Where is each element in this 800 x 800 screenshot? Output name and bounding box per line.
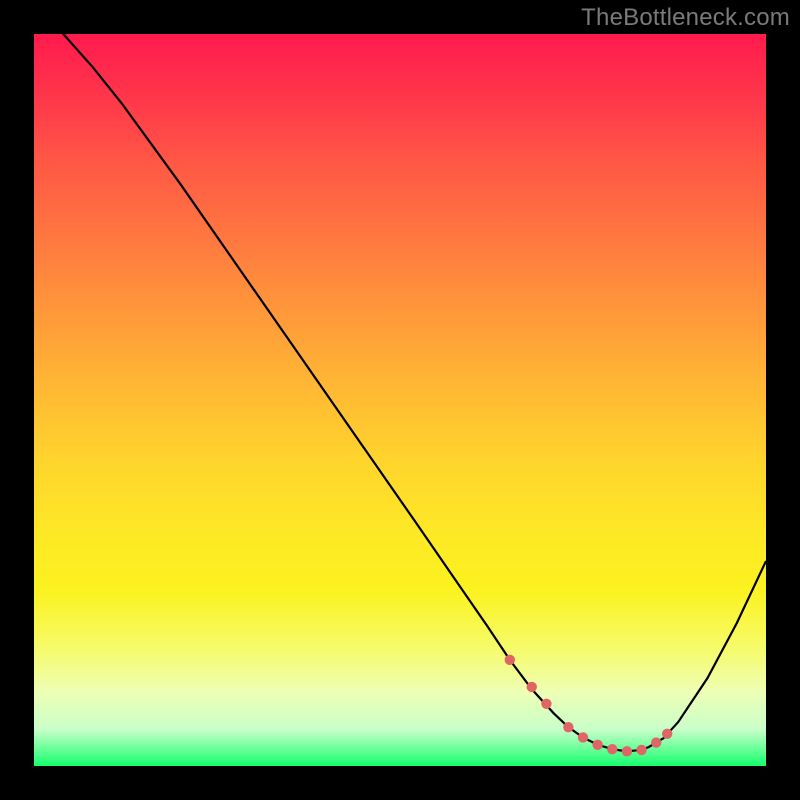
- data-dot: [662, 729, 672, 739]
- data-dot: [541, 699, 551, 709]
- data-dot: [527, 682, 537, 692]
- chart-svg: [34, 34, 766, 766]
- watermark-text: TheBottleneck.com: [581, 4, 790, 32]
- data-dot: [651, 737, 661, 747]
- data-dot: [578, 732, 588, 742]
- data-dot: [636, 745, 646, 755]
- data-dot: [622, 746, 632, 756]
- data-dot: [563, 722, 573, 732]
- data-dot: [505, 655, 515, 665]
- data-line: [34, 34, 766, 751]
- data-dot: [607, 744, 617, 754]
- data-dot: [592, 740, 602, 750]
